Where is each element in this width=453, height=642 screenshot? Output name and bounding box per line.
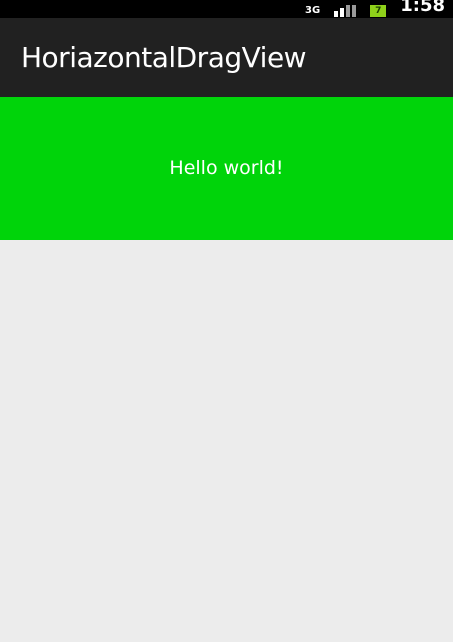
drag-view-panel[interactable]: Hello world! [0,97,453,240]
hello-text: Hello world! [169,157,284,179]
battery-icon: 7 [370,5,387,17]
status-icons: 3G 7 1:58 [305,0,445,18]
app-title: HoriazontalDragView [21,41,307,74]
status-clock: 1:58 [400,0,445,16]
status-bar: 3G 7 1:58 [0,0,453,18]
signal-strength-icon [334,5,357,17]
main-content: Hello world! [0,97,453,642]
network-type-icon: 3G [305,5,321,16]
action-bar: HoriazontalDragView [0,18,453,97]
